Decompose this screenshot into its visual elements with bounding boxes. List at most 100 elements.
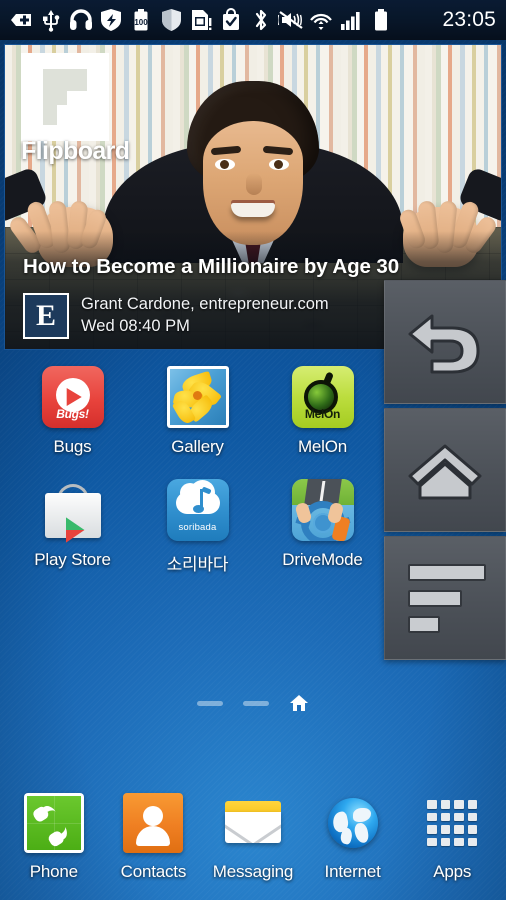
status-bar-icons: 100 — [0, 5, 396, 35]
mute-vibrate-icon — [276, 5, 306, 35]
app-drivemode[interactable]: DriveMode — [260, 479, 385, 575]
gallery-app-icon[interactable] — [166, 366, 229, 428]
flipboard-mark-part — [43, 69, 87, 91]
drivemode-app-icon[interactable] — [291, 479, 354, 541]
dock-item-messaging[interactable]: Messaging — [205, 793, 301, 882]
contacts-person-head — [143, 806, 164, 826]
globe-landmass — [352, 808, 371, 822]
contacts-person-body — [136, 826, 171, 846]
sim-alert-icon — [186, 5, 216, 35]
globe-landmass — [353, 822, 369, 844]
bugs-icon-text: Bugs! — [56, 407, 89, 421]
back-arrow-icon — [402, 306, 488, 378]
dock-label: Contacts — [120, 862, 187, 881]
app-bugs[interactable]: Bugs! Bugs — [10, 366, 135, 457]
widget-article-date: Wed 08:40 PM — [81, 316, 190, 335]
app-melon[interactable]: MelOn MelOn — [260, 366, 385, 457]
menu-line — [408, 563, 486, 581]
battery-100-icon: 100 — [126, 5, 156, 35]
contacts-icon[interactable] — [123, 793, 184, 853]
flipboard-wordmark: Flipboard — [21, 137, 130, 165]
internet-globe-icon[interactable] — [323, 793, 383, 853]
sd-card-plus-icon — [6, 5, 36, 35]
page-dot-home[interactable] — [289, 694, 309, 712]
flipboard-mark-part — [43, 91, 67, 105]
flipboard-mark-part — [43, 105, 57, 125]
app-gallery[interactable]: Gallery — [135, 366, 260, 457]
apps-grid-icon[interactable] — [422, 793, 482, 853]
entrepreneur-badge-icon: E — [23, 293, 69, 339]
floating-navigation-bar — [384, 280, 506, 660]
flipboard-f-mark — [43, 69, 87, 125]
soribada-icon-text: soribada — [178, 522, 217, 533]
app-label: 소리바다 — [166, 555, 229, 574]
app-soribada[interactable]: soribada 소리바다 — [135, 479, 260, 575]
apps-grid-square — [440, 837, 451, 846]
back-button[interactable] — [384, 280, 506, 404]
melon-app-icon[interactable]: MelOn — [291, 366, 354, 428]
dock-item-internet[interactable]: Internet — [305, 793, 401, 882]
soribada-app-icon[interactable]: soribada — [166, 479, 229, 541]
app-label: Bugs — [53, 437, 92, 456]
phone-handset-glyph — [37, 802, 71, 844]
menu-line — [408, 615, 440, 633]
dock-item-apps[interactable]: Apps — [404, 793, 500, 882]
menu-button[interactable] — [384, 536, 506, 660]
gallery-photo — [169, 369, 226, 425]
phone-icon[interactable] — [23, 793, 84, 853]
apps-grid-square — [467, 825, 478, 834]
messaging-icon[interactable] — [223, 793, 283, 853]
headphones-icon — [66, 5, 96, 35]
shopping-bag-check-icon — [216, 5, 246, 35]
usb-icon — [36, 5, 66, 35]
app-label: Play Store — [34, 550, 111, 569]
apps-grid-square — [454, 800, 464, 809]
photo-nose — [246, 173, 262, 195]
dock-item-phone[interactable]: Phone — [6, 793, 102, 882]
page-dot-1[interactable] — [197, 700, 223, 706]
play-store-app-icon[interactable] — [42, 479, 104, 543]
apps-grid-square — [467, 800, 478, 809]
apps-grid-square — [427, 800, 437, 809]
page-dot-2[interactable] — [243, 700, 269, 706]
signal-icon — [336, 5, 366, 35]
widget-article-meta: E Grant Cardone, entrepreneur.com Wed 08… — [23, 293, 329, 339]
apps-grid-square — [440, 812, 451, 821]
menu-lines-icon — [408, 563, 486, 633]
svg-text:100: 100 — [134, 18, 148, 27]
shield-sync-icon — [96, 5, 126, 35]
globe-sphere — [327, 798, 378, 848]
page-indicator — [0, 694, 506, 712]
apps-grid-square — [427, 812, 437, 821]
apps-grid-square — [454, 812, 464, 821]
status-bar[interactable]: 100 23:05 — [0, 0, 506, 40]
bugs-app-icon[interactable]: Bugs! — [41, 366, 104, 428]
apps-grid-square — [440, 825, 451, 834]
photo-eye-right — [269, 159, 289, 170]
android-home-screen: 100 23:05 Flipboard How to Become a Mill… — [0, 0, 506, 900]
apps-grid-square — [454, 837, 464, 846]
widget-meta-lines: Grant Cardone, entrepreneur.com Wed 08:4… — [81, 293, 329, 336]
apps-grid-square — [440, 800, 451, 809]
apps-grid-square — [427, 837, 437, 846]
phone-icon-inner — [26, 796, 81, 850]
messaging-envelope-body — [224, 812, 281, 843]
widget-article-title[interactable]: How to Become a Millionaire by Age 30 — [23, 255, 399, 279]
app-play-store[interactable]: Play Store — [10, 479, 135, 575]
dock-label: Messaging — [212, 862, 294, 881]
dock: Phone Contacts Messaging Internet Apps — [0, 793, 506, 882]
dock-item-contacts[interactable]: Contacts — [105, 793, 201, 882]
photo-eye-left — [215, 159, 235, 170]
dock-label: Phone — [29, 862, 78, 881]
apps-grid-square — [467, 812, 478, 821]
apps-grid-square — [467, 837, 478, 846]
app-label: DriveMode — [282, 550, 363, 569]
apps-grid-square — [427, 825, 437, 834]
battery-icon — [366, 5, 396, 35]
apps-grid-squares — [427, 800, 478, 846]
home-button[interactable] — [384, 408, 506, 532]
home-icon — [402, 434, 488, 506]
photo-man-head — [187, 81, 319, 247]
status-bar-clock: 23:05 — [442, 8, 496, 31]
photo-mouth — [231, 203, 275, 217]
